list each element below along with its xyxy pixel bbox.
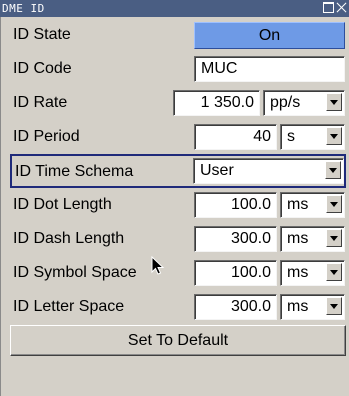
id-letter-space-row: ID Letter Space 300.0 ms xyxy=(11,291,345,323)
id-letter-space-unit-select[interactable]: ms xyxy=(280,294,345,320)
id-dash-length-input[interactable]: 300.0 xyxy=(194,226,277,252)
id-dot-length-input[interactable]: 100.0 xyxy=(194,192,277,218)
dropdown-arrow-icon[interactable] xyxy=(325,161,341,179)
id-dot-length-row: ID Dot Length 100.0 ms xyxy=(11,189,345,221)
id-state-row: ID State On xyxy=(11,19,345,51)
id-state-label: ID State xyxy=(13,26,71,43)
id-time-schema-select[interactable]: User xyxy=(193,158,344,184)
dropdown-arrow-icon[interactable] xyxy=(326,263,342,281)
id-symbol-space-input[interactable]: 100.0 xyxy=(194,260,277,286)
id-rate-row: ID Rate 1 350.0 pp/s xyxy=(11,87,345,119)
id-state-toggle-button[interactable]: On xyxy=(194,22,345,49)
dme-id-panel: ID State On ID Code MUC ID Rate 1 350.0 … xyxy=(0,17,349,396)
id-letter-space-unit-value: ms xyxy=(287,298,309,315)
dropdown-arrow-icon[interactable] xyxy=(326,229,342,247)
id-rate-unit-select[interactable]: pp/s xyxy=(263,90,345,116)
id-dot-length-unit-select[interactable]: ms xyxy=(280,192,345,218)
id-dot-length-unit-value: ms xyxy=(287,196,309,213)
id-code-row: ID Code MUC xyxy=(11,53,345,85)
id-period-label: ID Period xyxy=(13,128,80,145)
maximize-icon[interactable] xyxy=(323,2,334,13)
id-rate-input[interactable]: 1 350.0 xyxy=(173,90,260,116)
id-time-schema-label: ID Time Schema xyxy=(15,163,134,180)
dropdown-arrow-icon[interactable] xyxy=(326,127,342,145)
id-rate-label: ID Rate xyxy=(13,94,68,111)
id-period-row: ID Period 40 s xyxy=(11,121,345,153)
id-code-label: ID Code xyxy=(13,60,72,77)
id-letter-space-input[interactable]: 300.0 xyxy=(194,294,277,320)
dropdown-arrow-icon[interactable] xyxy=(326,195,342,213)
id-dash-length-unit-value: ms xyxy=(287,230,309,247)
id-symbol-space-unit-value: ms xyxy=(287,264,309,281)
window-title: DME ID xyxy=(2,2,45,15)
close-icon[interactable] xyxy=(336,2,347,13)
id-time-schema-value: User xyxy=(200,162,234,179)
id-rate-unit-value: pp/s xyxy=(270,94,301,111)
id-time-schema-row: ID Time Schema User xyxy=(10,154,346,188)
window-controls xyxy=(323,2,347,15)
mouse-pointer-icon xyxy=(151,256,165,275)
id-period-unit-select[interactable]: s xyxy=(280,124,345,150)
dropdown-arrow-icon[interactable] xyxy=(326,93,342,111)
id-letter-space-label: ID Letter Space xyxy=(13,298,125,315)
id-dash-length-row: ID Dash Length 300.0 ms xyxy=(11,223,345,255)
id-code-input[interactable]: MUC xyxy=(194,56,345,82)
window-titlebar[interactable]: DME ID xyxy=(0,0,349,17)
id-period-unit-value: s xyxy=(287,128,295,145)
id-dot-length-label: ID Dot Length xyxy=(13,196,112,213)
dropdown-arrow-icon[interactable] xyxy=(326,297,342,315)
id-period-input[interactable]: 40 xyxy=(194,124,277,150)
set-to-default-button[interactable]: Set To Default xyxy=(10,325,346,356)
id-symbol-space-row: ID Symbol Space 100.0 ms xyxy=(11,257,345,289)
id-symbol-space-unit-select[interactable]: ms xyxy=(280,260,345,286)
id-dash-length-unit-select[interactable]: ms xyxy=(280,226,345,252)
id-dash-length-label: ID Dash Length xyxy=(13,230,125,247)
id-symbol-space-label: ID Symbol Space xyxy=(13,264,137,281)
